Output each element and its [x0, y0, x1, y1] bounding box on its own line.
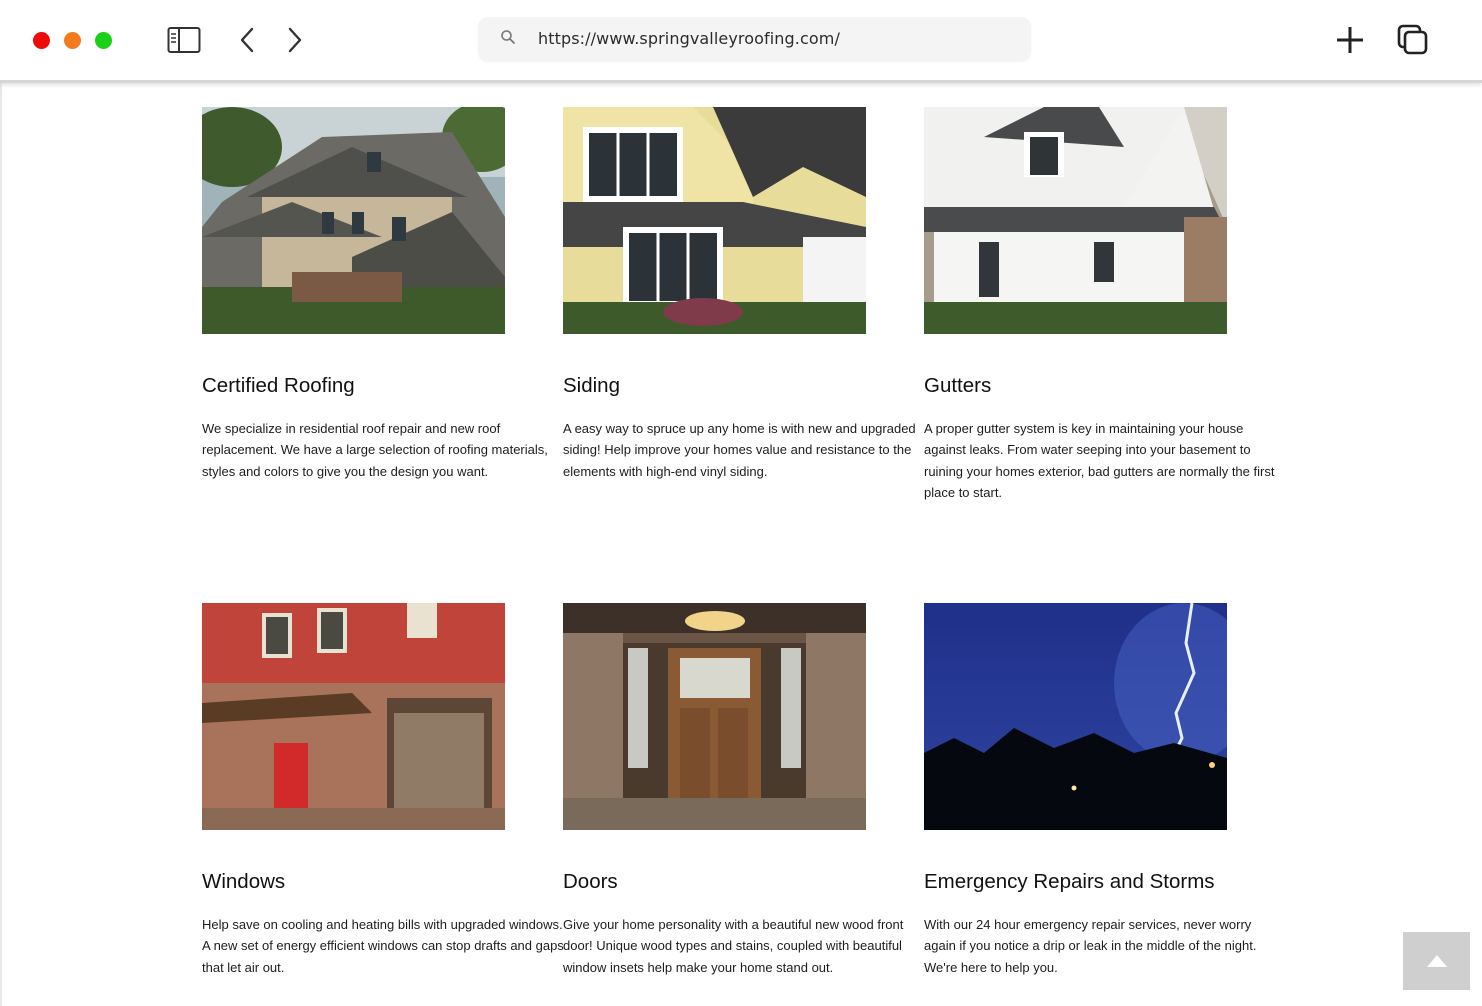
service-card-windows: Windows Help save on cooling and heating…: [202, 603, 564, 975]
url-text: https://www.springvalleyroofing.com/: [538, 29, 840, 48]
service-title: Windows: [202, 870, 286, 893]
siding-house-photo: [563, 107, 866, 334]
sidebar-icon: [167, 27, 201, 53]
roofing-house-photo: [202, 107, 505, 334]
maximize-window-button[interactable]: [95, 32, 112, 49]
service-card-doors: Doors Give your home personality with a …: [563, 603, 923, 975]
tabs-icon: [1397, 24, 1428, 55]
plus-icon: [1337, 27, 1363, 53]
sidebar-toggle-button[interactable]: [164, 22, 204, 58]
back-to-top-button[interactable]: [1403, 932, 1470, 990]
search-icon: [501, 30, 515, 44]
new-tab-button[interactable]: [1330, 22, 1370, 58]
minimize-window-button[interactable]: [64, 32, 81, 49]
service-title: Doors: [563, 870, 618, 893]
service-title: Certified Roofing: [202, 374, 355, 397]
windows-house-photo: [202, 603, 505, 830]
gutters-house-photo: [924, 107, 1227, 334]
back-button[interactable]: [227, 22, 267, 58]
service-description: With our 24 hour emergency repair servic…: [924, 917, 1257, 975]
tab-overview-button[interactable]: [1393, 22, 1433, 58]
service-title: Gutters: [924, 374, 992, 397]
browser-toolbar: https://www.springvalleyroofing.com/: [0, 0, 1482, 83]
chevron-left-icon: [240, 27, 254, 53]
service-title: Emergency Repairs and Storms: [924, 870, 1215, 893]
service-description: A proper gutter system is key in maintai…: [924, 421, 1275, 500]
service-description: Help save on cooling and heating bills w…: [202, 917, 564, 975]
doors-entry-photo: [563, 603, 866, 830]
service-card-siding: Siding A easy way to spruce up any home …: [563, 107, 923, 479]
close-window-button[interactable]: [33, 32, 50, 49]
service-card-emergency: Emergency Repairs and Storms With our 24…: [924, 603, 1284, 975]
chevron-right-icon: [288, 27, 302, 53]
lightning-storm-photo: [924, 603, 1227, 830]
service-description: A easy way to spruce up any home is with…: [563, 421, 916, 479]
forward-button[interactable]: [275, 22, 315, 58]
service-card-gutters: Gutters A proper gutter system is key in…: [924, 107, 1284, 500]
chevron-up-icon: [1426, 955, 1447, 967]
service-title: Siding: [563, 374, 620, 397]
service-description: Give your home personality with a beauti…: [563, 917, 904, 975]
service-description: We specialize in residential roof repair…: [202, 421, 548, 479]
address-bar[interactable]: https://www.springvalleyroofing.com/: [478, 17, 1031, 61]
page-edge: [0, 82, 2, 1006]
service-card-roofing: Certified Roofing We specialize in resid…: [202, 107, 562, 479]
